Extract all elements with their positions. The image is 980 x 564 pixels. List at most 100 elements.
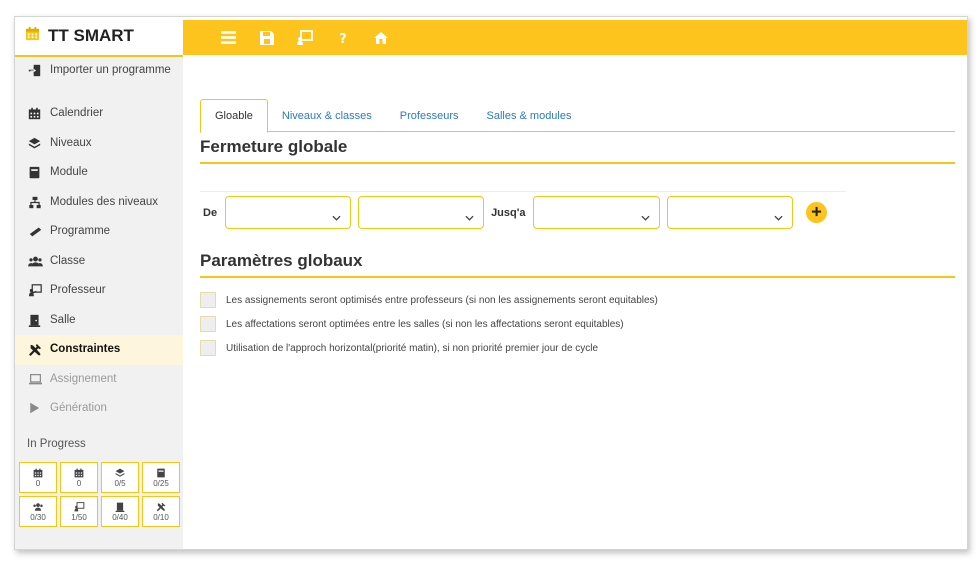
progress-cell-constraintes: 0/10 bbox=[142, 495, 180, 527]
top-toolbar: ? bbox=[183, 20, 967, 55]
sidebar-item-modules-des-niveaux[interactable]: Modules des niveaux bbox=[15, 188, 183, 218]
calendar-icon bbox=[25, 26, 40, 46]
from-label: De bbox=[203, 206, 218, 219]
sidebar-item-label: Modules des niveaux bbox=[50, 195, 159, 208]
tab-niveaux-classes[interactable]: Niveaux & classes bbox=[268, 99, 386, 132]
chevron-down-icon bbox=[774, 208, 784, 226]
chevron-down-icon bbox=[641, 208, 651, 226]
progress-cell-classe: 0/30 bbox=[19, 495, 57, 527]
to-slot-select[interactable] bbox=[667, 196, 794, 229]
screen-share-icon[interactable] bbox=[295, 28, 314, 47]
progress-value: 0/30 bbox=[30, 513, 46, 522]
from-day-select[interactable] bbox=[225, 196, 352, 229]
checkbox-optimise-professeurs[interactable] bbox=[200, 292, 216, 308]
progress-grid: 0 0 0/5 0/25 0/30 1/50 0/40 0/10 bbox=[15, 461, 183, 527]
play-icon bbox=[28, 402, 50, 414]
menu-icon[interactable] bbox=[219, 28, 238, 47]
progress-value: 1/50 bbox=[71, 513, 87, 522]
progress-cell-professeur: 1/50 bbox=[60, 495, 98, 527]
checkbox-optimise-salles[interactable] bbox=[200, 316, 216, 332]
sidebar-item-label: Salle bbox=[50, 313, 76, 326]
sidebar-item-label: Classe bbox=[50, 254, 86, 267]
sidebar-item-label: Calendrier bbox=[50, 107, 104, 119]
sidebar-item-label: Importer un programme bbox=[50, 64, 171, 76]
calendar-icon bbox=[28, 107, 50, 120]
door-icon bbox=[115, 500, 125, 513]
progress-cell-module: 0/25 bbox=[142, 461, 180, 493]
plus-icon bbox=[811, 204, 822, 222]
closure-range-row: De Jusq'a bbox=[200, 191, 846, 233]
sidebar-item-importer-un-programme[interactable]: Importer un programme bbox=[15, 57, 183, 99]
option-label: Les assignements seront optimisés entre … bbox=[226, 294, 658, 306]
to-label: Jusq'a bbox=[491, 206, 526, 219]
progress-title: In Progress bbox=[27, 437, 86, 450]
sidebar-item-professeur[interactable]: Professeur bbox=[15, 276, 183, 306]
chevron-down-icon bbox=[465, 208, 474, 226]
teacher-icon bbox=[74, 500, 85, 513]
ruler-icon bbox=[28, 225, 50, 238]
sidebar-item-label: Génération bbox=[50, 402, 107, 414]
option-label: Utilisation de l'approch horizontal(prio… bbox=[226, 342, 599, 354]
calendar-icon bbox=[74, 466, 84, 479]
checkbox-approche-horizontale[interactable] bbox=[200, 340, 216, 356]
teacher-icon bbox=[28, 284, 50, 297]
laptop-icon bbox=[28, 373, 50, 386]
progress-value: 0 bbox=[76, 479, 82, 488]
tab-professeurs[interactable]: Professeurs bbox=[386, 99, 473, 132]
door-icon bbox=[28, 314, 50, 327]
layers-icon bbox=[115, 466, 125, 479]
svg-text:?: ? bbox=[339, 32, 347, 46]
brand: TT SMART bbox=[15, 17, 183, 55]
sidebar-item-constraintes[interactable]: Constraintes bbox=[15, 335, 183, 365]
tab-bar: Gloable Niveaux & classes Professeurs Sa… bbox=[200, 99, 955, 133]
sitemap-icon bbox=[28, 196, 50, 209]
progress-value: 0 bbox=[35, 479, 41, 488]
book-icon bbox=[28, 166, 50, 179]
sidebar-item-programme[interactable]: Programme bbox=[15, 217, 183, 247]
book-icon bbox=[156, 466, 166, 479]
progress-value: 0/5 bbox=[114, 479, 126, 488]
progress-cell-calendar: 0 bbox=[19, 461, 57, 493]
to-day-select[interactable] bbox=[533, 196, 661, 229]
main-content: Gloable Niveaux & classes Professeurs Sa… bbox=[183, 55, 967, 549]
app-title: TT SMART bbox=[48, 26, 134, 45]
users-icon bbox=[32, 500, 44, 513]
option-label: Les affectations seront optimées entre l… bbox=[226, 318, 624, 330]
sidebar-item-assignement[interactable]: Assignement bbox=[15, 365, 183, 395]
section-title-parametres: Paramètres globaux bbox=[200, 251, 955, 278]
sidebar-item-calendrier[interactable]: Calendrier bbox=[15, 99, 183, 129]
tab-gloable[interactable]: Gloable bbox=[200, 99, 268, 133]
import-icon bbox=[28, 64, 50, 77]
sidebar-item-label: Professeur bbox=[50, 284, 106, 296]
save-icon[interactable] bbox=[257, 28, 276, 47]
help-icon[interactable]: ? bbox=[333, 28, 352, 47]
add-closure-button[interactable] bbox=[806, 202, 828, 223]
app-window: TT SMART Importer un programme Calendrie… bbox=[14, 16, 968, 550]
home-icon[interactable] bbox=[371, 28, 390, 47]
sidebar-item-label: Constraintes bbox=[50, 343, 121, 355]
sidebar-item-label: Assignement bbox=[50, 372, 117, 385]
progress-cell-niveaux: 0/5 bbox=[101, 461, 139, 493]
sidebar-item-module[interactable]: Module bbox=[15, 158, 183, 188]
option-row: Utilisation de l'approch horizontal(prio… bbox=[200, 336, 658, 360]
tab-salles-modules[interactable]: Salles & modules bbox=[473, 99, 586, 132]
sidebar-item-salle[interactable]: Salle bbox=[15, 306, 183, 336]
progress-cell-calendar: 0 bbox=[60, 461, 98, 493]
progress-value: 0/10 bbox=[153, 513, 169, 522]
calendar-icon bbox=[33, 466, 43, 479]
sidebar-item-niveaux[interactable]: Niveaux bbox=[15, 129, 183, 159]
sidebar-item-label: Programme bbox=[50, 225, 111, 237]
sidebar-item-classe[interactable]: Classe bbox=[15, 247, 183, 277]
option-row: Les assignements seront optimisés entre … bbox=[200, 288, 658, 312]
layers-icon bbox=[28, 137, 50, 150]
from-slot-select[interactable] bbox=[358, 196, 485, 229]
progress-value: 0/25 bbox=[153, 479, 169, 488]
sidebar-item-label: Module bbox=[50, 166, 88, 178]
chevron-down-icon bbox=[332, 208, 341, 226]
sidebar-item-generation[interactable]: Génération bbox=[15, 394, 183, 424]
tools-icon bbox=[28, 343, 50, 357]
tools-icon bbox=[156, 500, 166, 513]
section-title-fermeture: Fermeture globale bbox=[200, 137, 955, 164]
sidebar: TT SMART Importer un programme Calendrie… bbox=[15, 17, 183, 549]
sidebar-item-label: Niveaux bbox=[50, 136, 92, 149]
